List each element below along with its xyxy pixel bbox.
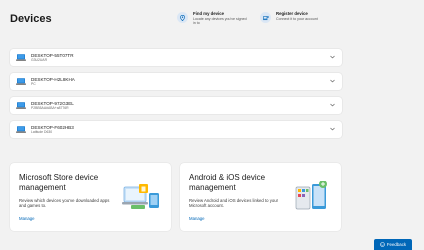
card-title: Microsoft Store device management [19, 173, 99, 192]
store-device-management-card: Microsoft Store device management Review… [10, 163, 171, 231]
chevron-down-icon[interactable] [330, 103, 335, 107]
feedback-label: Feedback [386, 242, 407, 247]
laptop-icon [16, 102, 26, 109]
add-device-icon [260, 12, 271, 23]
card-description: Review which devices you've downloaded a… [19, 198, 110, 209]
device-model: Latitude D630 [31, 130, 53, 135]
device-model: G3U2UAR [31, 58, 48, 63]
find-my-device-link[interactable]: Find my device Locate any devices you've… [177, 11, 247, 26]
device-model: P2BB5AA#ABA+a8776R [31, 106, 69, 111]
chevron-down-icon[interactable] [330, 127, 335, 131]
page-title: Devices [10, 13, 52, 25]
device-list: DESKTOP-55T07TR G3U2UAR DESKTOP-H2L8KHA … [10, 49, 342, 145]
card-title: Android & iOS device management [189, 173, 266, 192]
chevron-down-icon[interactable] [330, 55, 335, 59]
android-ios-device-management-card: Android & iOS device management Review A… [180, 163, 341, 231]
laptop-icon [16, 54, 26, 61]
laptop-icon [16, 126, 26, 133]
store-devices-illustration-icon [122, 181, 162, 216]
device-model: PC [31, 82, 36, 87]
find-my-device-description-line-2: in to [193, 21, 200, 26]
location-pin-icon [177, 12, 188, 23]
manage-link[interactable]: Manage [19, 216, 35, 221]
manage-link[interactable]: Manage [189, 216, 205, 221]
phones-illustration-icon [292, 180, 332, 216]
device-card[interactable]: DESKTOP-H2L8KHA PC [10, 73, 342, 90]
device-card[interactable]: DESKTOP-972G3EL P2BB5AA#ABA+a8776R [10, 97, 342, 114]
device-card[interactable]: DESKTOP-55T07TR G3U2UAR [10, 49, 342, 66]
register-device-description: Connect it to your account [276, 16, 318, 21]
laptop-icon [16, 78, 26, 85]
feedback-icon [380, 242, 385, 247]
feedback-button[interactable]: Feedback [374, 239, 412, 250]
chevron-down-icon[interactable] [330, 79, 335, 83]
device-card[interactable]: DESKTOP-F602HB3 Latitude D630 [10, 121, 342, 138]
card-description: Review Android and iOS devices linked to… [189, 198, 279, 209]
register-device-link[interactable]: Register device Connect it to your accou… [260, 11, 318, 23]
